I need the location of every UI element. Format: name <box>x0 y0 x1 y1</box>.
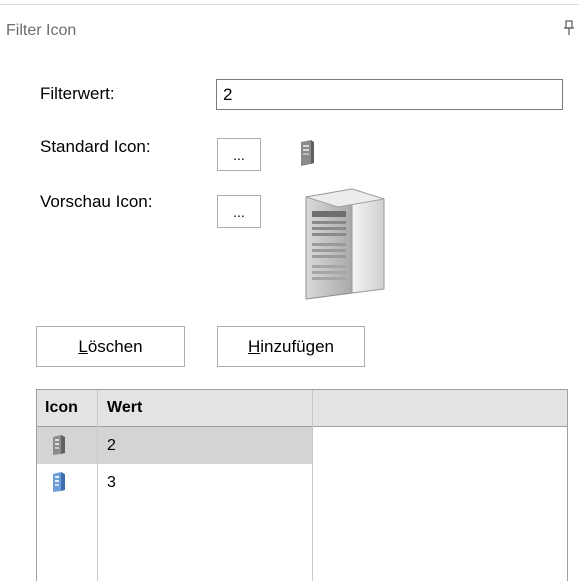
table-row[interactable]: 2 <box>37 427 567 464</box>
selected-row-highlight <box>37 427 312 464</box>
standard-icon-label: Standard Icon: <box>40 137 151 156</box>
row-value: 3 <box>107 474 116 491</box>
preview-icon-label: Vorschau Icon: <box>40 192 153 211</box>
column-header-value[interactable]: Wert <box>107 390 142 426</box>
icon-grid[interactable]: Icon Wert 2 3 <box>36 389 568 581</box>
grid-header: Icon Wert <box>37 390 567 427</box>
delete-accelerator: L <box>78 337 88 356</box>
panel-title: Filter Icon <box>6 22 77 39</box>
add-label: inzufügen <box>260 337 334 356</box>
filter-value-label: Filterwert: <box>40 84 115 103</box>
row-value: 2 <box>107 437 116 454</box>
pin-icon[interactable] <box>563 20 575 39</box>
add-button[interactable]: Hinzufügen <box>217 326 365 367</box>
standard-icon-browse-button[interactable]: ... <box>217 138 261 171</box>
column-header-icon[interactable]: Icon <box>45 390 78 426</box>
preview-server-icon <box>300 185 392 306</box>
top-divider <box>0 4 579 5</box>
standard-server-icon <box>297 139 317 172</box>
add-accelerator: H <box>247 337 261 356</box>
grid-column-divider <box>97 390 98 581</box>
delete-label: öschen <box>87 337 143 356</box>
preview-icon-browse-button[interactable]: ... <box>217 195 261 228</box>
server-blue-icon <box>51 471 67 498</box>
delete-button[interactable]: Löschen <box>36 326 185 367</box>
table-row[interactable]: 3 <box>37 464 567 501</box>
grid-column-divider <box>312 390 313 581</box>
filter-value-input[interactable]: 2 <box>216 79 563 110</box>
server-gray-icon <box>51 434 67 461</box>
